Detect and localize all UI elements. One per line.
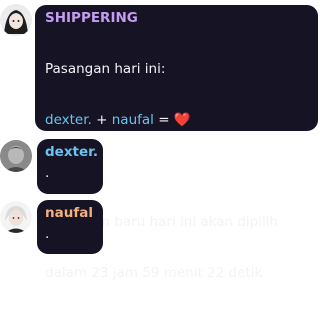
naufal-avatar[interactable] (0, 201, 32, 233)
mention-naufal[interactable]: naufal (112, 112, 154, 128)
mention-dexter[interactable]: dexter. (45, 112, 92, 128)
equals-sign: = (153, 112, 174, 128)
message-line: dalam 23 jam 59 menit 22 detik (45, 265, 263, 281)
pair-line: dexter. + naufal = ❤️ (45, 112, 318, 129)
dexter-avatar[interactable] (0, 140, 32, 172)
message-shippering: SHIPPERING Pasangan hari ini: dexter. + … (35, 5, 318, 281)
plus-sign: + (91, 112, 112, 128)
author-name[interactable]: naufal (45, 205, 103, 222)
author-name[interactable]: dexter. (45, 144, 103, 161)
anime-girl-avatar-icon (0, 4, 32, 36)
author-name[interactable]: SHIPPERING (45, 10, 318, 27)
message-dexter: dexter. . (37, 139, 103, 194)
heart-icon: ❤️ (173, 112, 191, 128)
message-text: . (45, 165, 50, 181)
grey-character-avatar-icon (0, 140, 32, 172)
message-text: . (45, 226, 50, 242)
shippering-avatar[interactable] (0, 4, 32, 36)
white-haired-character-avatar-icon (0, 201, 32, 233)
message-line: Pasangan hari ini: (45, 61, 166, 77)
message-naufal: naufal . (37, 200, 103, 254)
